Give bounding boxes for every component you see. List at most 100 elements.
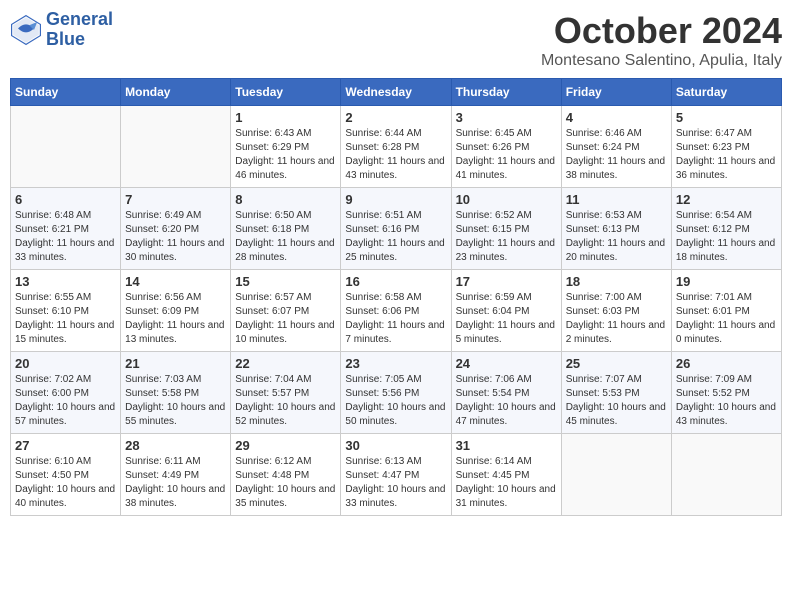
calendar-cell	[11, 106, 121, 188]
day-info: Sunrise: 6:43 AM Sunset: 6:29 PM Dayligh…	[235, 127, 336, 183]
day-number: 17	[456, 274, 557, 289]
calendar-cell: 22Sunrise: 7:04 AM Sunset: 5:57 PM Dayli…	[231, 352, 341, 434]
day-info: Sunrise: 6:58 AM Sunset: 6:06 PM Dayligh…	[345, 291, 446, 347]
logo: General Blue	[10, 10, 113, 50]
day-info: Sunrise: 7:03 AM Sunset: 5:58 PM Dayligh…	[125, 373, 226, 429]
day-info: Sunrise: 6:45 AM Sunset: 6:26 PM Dayligh…	[456, 127, 557, 183]
calendar-cell: 11 Sunrise: 6:53 AM Sunset: 6:13 PM Dayli…	[561, 188, 671, 270]
day-info: Sunrise: 6:12 AM Sunset: 4:48 PM Dayligh…	[235, 455, 336, 511]
calendar-cell: 3 Sunrise: 6:45 AM Sunset: 6:26 PM Daylig…	[451, 106, 561, 188]
day-header-friday: Friday	[561, 79, 671, 106]
week-row-3: 13Sunrise: 6:55 AM Sunset: 6:10 PM Dayli…	[11, 270, 782, 352]
day-info: Sunrise: 6:53 AM Sunset: 6:13 PM Dayligh…	[566, 209, 667, 265]
day-number: 12	[676, 192, 777, 207]
week-row-2: 6Sunrise: 6:48 AM Sunset: 6:21 PM Daylig…	[11, 188, 782, 270]
calendar-cell: 18 Sunrise: 7:00 AM Sunset: 6:03 PM Dayli…	[561, 270, 671, 352]
calendar-cell: 7 Sunrise: 6:49 AM Sunset: 6:20 PM Daylig…	[121, 188, 231, 270]
day-number: 4	[566, 110, 667, 125]
location-title: Montesano Salentino, Apulia, Italy	[541, 52, 782, 70]
calendar-cell: 5 Sunrise: 6:47 AM Sunset: 6:23 PM Daylig…	[671, 106, 781, 188]
calendar-cell: 6Sunrise: 6:48 AM Sunset: 6:21 PM Daylig…	[11, 188, 121, 270]
calendar-table: SundayMondayTuesdayWednesdayThursdayFrid…	[10, 78, 782, 516]
day-number: 27	[15, 438, 116, 453]
day-number: 5	[676, 110, 777, 125]
day-number: 31	[456, 438, 557, 453]
day-number: 28	[125, 438, 226, 453]
calendar-cell: 23 Sunrise: 7:05 AM Sunset: 5:56 PM Dayli…	[341, 352, 451, 434]
calendar-cell: 8Sunrise: 6:50 AM Sunset: 6:18 PM Daylig…	[231, 188, 341, 270]
calendar-cell: 29 Sunrise: 6:12 AM Sunset: 4:48 PM Dayli…	[231, 434, 341, 516]
calendar-cell: 13Sunrise: 6:55 AM Sunset: 6:10 PM Dayli…	[11, 270, 121, 352]
day-info: Sunrise: 7:01 AM Sunset: 6:01 PM Dayligh…	[676, 291, 777, 347]
calendar-cell: 31Sunrise: 6:14 AM Sunset: 4:45 PM Dayli…	[451, 434, 561, 516]
calendar-cell: 16 Sunrise: 6:58 AM Sunset: 6:06 PM Dayli…	[341, 270, 451, 352]
calendar-cell	[671, 434, 781, 516]
day-info: Sunrise: 6:44 AM Sunset: 6:28 PM Dayligh…	[345, 127, 446, 183]
calendar-cell: 10 Sunrise: 6:52 AM Sunset: 6:15 PM Dayli…	[451, 188, 561, 270]
day-header-tuesday: Tuesday	[231, 79, 341, 106]
week-row-4: 20Sunrise: 7:02 AM Sunset: 6:00 PM Dayli…	[11, 352, 782, 434]
day-number: 26	[676, 356, 777, 371]
day-info: Sunrise: 7:05 AM Sunset: 5:56 PM Dayligh…	[345, 373, 446, 429]
day-number: 14	[125, 274, 226, 289]
day-number: 7	[125, 192, 226, 207]
calendar-cell: 14 Sunrise: 6:56 AM Sunset: 6:09 PM Dayli…	[121, 270, 231, 352]
day-info: Sunrise: 6:51 AM Sunset: 6:16 PM Dayligh…	[345, 209, 446, 265]
day-info: Sunrise: 7:00 AM Sunset: 6:03 PM Dayligh…	[566, 291, 667, 347]
day-number: 19	[676, 274, 777, 289]
day-number: 16	[345, 274, 446, 289]
day-number: 23	[345, 356, 446, 371]
day-header-monday: Monday	[121, 79, 231, 106]
day-info: Sunrise: 7:09 AM Sunset: 5:52 PM Dayligh…	[676, 373, 777, 429]
day-number: 30	[345, 438, 446, 453]
day-info: Sunrise: 6:49 AM Sunset: 6:20 PM Dayligh…	[125, 209, 226, 265]
day-info: Sunrise: 7:06 AM Sunset: 5:54 PM Dayligh…	[456, 373, 557, 429]
calendar-cell: 19 Sunrise: 7:01 AM Sunset: 6:01 PM Dayli…	[671, 270, 781, 352]
title-block: October 2024 Montesano Salentino, Apulia…	[541, 10, 782, 70]
day-number: 18	[566, 274, 667, 289]
day-number: 3	[456, 110, 557, 125]
calendar-cell: 4 Sunrise: 6:46 AM Sunset: 6:24 PM Daylig…	[561, 106, 671, 188]
month-title: October 2024	[541, 10, 782, 52]
day-number: 20	[15, 356, 116, 371]
calendar-cell: 2 Sunrise: 6:44 AM Sunset: 6:28 PM Daylig…	[341, 106, 451, 188]
day-number: 10	[456, 192, 557, 207]
day-number: 29	[235, 438, 336, 453]
day-header-wednesday: Wednesday	[341, 79, 451, 106]
day-number: 15	[235, 274, 336, 289]
day-number: 6	[15, 192, 116, 207]
calendar-cell: 25Sunrise: 7:07 AM Sunset: 5:53 PM Dayli…	[561, 352, 671, 434]
logo-icon	[10, 14, 42, 46]
day-header-sunday: Sunday	[11, 79, 121, 106]
day-info: Sunrise: 6:47 AM Sunset: 6:23 PM Dayligh…	[676, 127, 777, 183]
day-info: Sunrise: 6:56 AM Sunset: 6:09 PM Dayligh…	[125, 291, 226, 347]
calendar-cell	[561, 434, 671, 516]
day-number: 21	[125, 356, 226, 371]
day-info: Sunrise: 6:54 AM Sunset: 6:12 PM Dayligh…	[676, 209, 777, 265]
calendar-cell: 17Sunrise: 6:59 AM Sunset: 6:04 PM Dayli…	[451, 270, 561, 352]
day-info: Sunrise: 7:07 AM Sunset: 5:53 PM Dayligh…	[566, 373, 667, 429]
day-number: 2	[345, 110, 446, 125]
day-info: Sunrise: 6:46 AM Sunset: 6:24 PM Dayligh…	[566, 127, 667, 183]
day-info: Sunrise: 6:13 AM Sunset: 4:47 PM Dayligh…	[345, 455, 446, 511]
calendar-cell: 12 Sunrise: 6:54 AM Sunset: 6:12 PM Dayli…	[671, 188, 781, 270]
day-header-saturday: Saturday	[671, 79, 781, 106]
day-number: 11	[566, 192, 667, 207]
week-row-1: 1Sunrise: 6:43 AM Sunset: 6:29 PM Daylig…	[11, 106, 782, 188]
calendar-cell: 9Sunrise: 6:51 AM Sunset: 6:16 PM Daylig…	[341, 188, 451, 270]
calendar-cell: 21 Sunrise: 7:03 AM Sunset: 5:58 PM Dayli…	[121, 352, 231, 434]
calendar-cell	[121, 106, 231, 188]
calendar-cell: 26 Sunrise: 7:09 AM Sunset: 5:52 PM Dayli…	[671, 352, 781, 434]
calendar-cell: 30 Sunrise: 6:13 AM Sunset: 4:47 PM Dayli…	[341, 434, 451, 516]
day-number: 13	[15, 274, 116, 289]
day-info: Sunrise: 6:57 AM Sunset: 6:07 PM Dayligh…	[235, 291, 336, 347]
calendar-cell: 24Sunrise: 7:06 AM Sunset: 5:54 PM Dayli…	[451, 352, 561, 434]
day-info: Sunrise: 6:52 AM Sunset: 6:15 PM Dayligh…	[456, 209, 557, 265]
day-info: Sunrise: 6:11 AM Sunset: 4:49 PM Dayligh…	[125, 455, 226, 511]
calendar-cell: 28 Sunrise: 6:11 AM Sunset: 4:49 PM Dayli…	[121, 434, 231, 516]
page-header: General Blue October 2024 Montesano Sale…	[10, 10, 782, 70]
day-info: Sunrise: 6:10 AM Sunset: 4:50 PM Dayligh…	[15, 455, 116, 511]
header-row: SundayMondayTuesdayWednesdayThursdayFrid…	[11, 79, 782, 106]
day-info: Sunrise: 6:50 AM Sunset: 6:18 PM Dayligh…	[235, 209, 336, 265]
logo-text: General Blue	[46, 10, 113, 50]
